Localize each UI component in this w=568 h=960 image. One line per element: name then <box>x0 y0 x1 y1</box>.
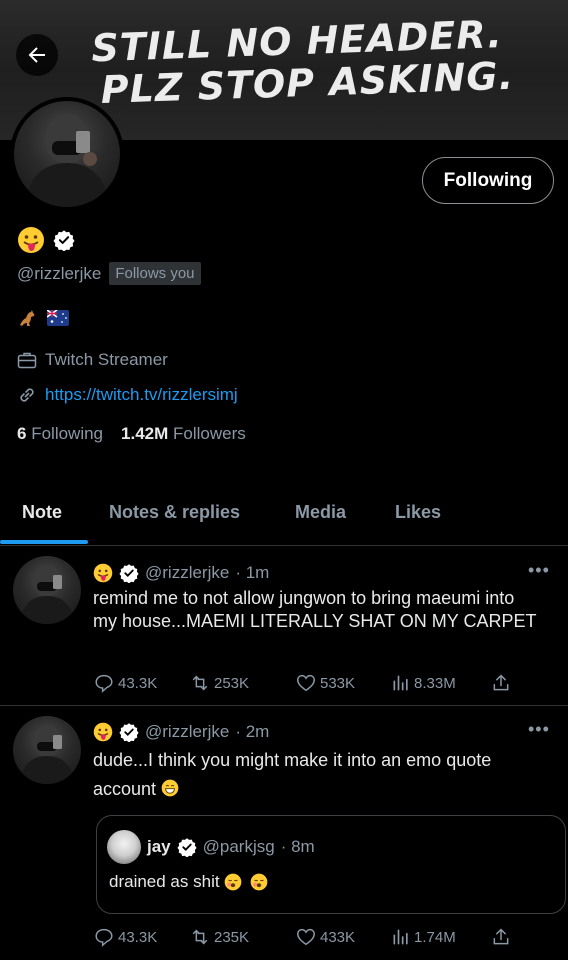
tongue-emoji-icon <box>93 563 113 583</box>
avatar-photo <box>19 725 75 784</box>
tweet-handle[interactable]: @rizzlerjke <box>145 722 229 742</box>
more-options-icon[interactable]: ••• <box>528 719 550 740</box>
tab-media[interactable]: Media <box>295 502 346 523</box>
share-button[interactable] <box>491 927 511 947</box>
tab-notes-replies[interactable]: Notes & replies <box>109 502 240 523</box>
share-button[interactable] <box>491 673 511 693</box>
profile-category: Twitch Streamer <box>17 350 168 370</box>
profile-tabs: Note Notes & replies Media Likes <box>0 490 568 546</box>
retweet-button[interactable]: 235K <box>189 926 295 948</box>
following-button[interactable]: Following <box>422 157 554 204</box>
reply-icon <box>95 674 113 693</box>
verified-badge-icon <box>53 230 75 251</box>
tweet-time: · 1m <box>235 563 270 582</box>
reply-button[interactable]: 43.3K <box>93 926 189 948</box>
views-button[interactable]: 1.74M <box>391 927 491 947</box>
active-tab-indicator <box>0 540 88 544</box>
retweet-icon <box>192 929 208 945</box>
like-button[interactable]: 533K <box>295 672 391 694</box>
back-arrow-icon <box>28 47 45 63</box>
heart-icon <box>297 674 315 692</box>
tweet-avatar[interactable] <box>13 556 81 624</box>
quoted-tweet-time: · 8m <box>280 837 315 856</box>
views-button[interactable]: 8.33M <box>391 673 491 693</box>
australia-flag-icon <box>47 310 69 326</box>
profile-work-label: Twitch Streamer <box>45 350 168 369</box>
tweet-time: · 2m <box>235 722 270 741</box>
following-count: 6 <box>17 424 27 443</box>
tweet-header: @rizzlerjke · 1m <box>93 563 269 583</box>
quoted-tweet-text: drained as shit <box>109 872 268 892</box>
verified-badge-icon <box>119 564 139 583</box>
share-icon <box>493 674 509 691</box>
following-count-link[interactable]: 6 Following <box>17 424 103 444</box>
tweet-text: remind me to not allow jungwon to bring … <box>93 588 537 631</box>
follows-you-badge: Follows you <box>109 262 201 285</box>
followers-label: Followers <box>173 424 246 443</box>
quoted-tweet-avatar <box>107 830 141 864</box>
avatar-photo <box>19 565 75 624</box>
heart-icon <box>297 928 315 946</box>
verified-badge-icon <box>177 838 197 857</box>
tweet-text: dude...I think you might make it into an… <box>93 746 543 804</box>
followers-count: 1.42M <box>121 424 169 443</box>
like-button[interactable]: 433K <box>295 926 391 948</box>
kangaroo-emoji-icon <box>20 310 35 326</box>
profile-website[interactable]: https://twitch.tv/rizzlersimj <box>17 385 238 405</box>
followers-count-link[interactable]: 1.42M Followers <box>121 424 246 444</box>
yawn-emoji-icon <box>224 873 241 891</box>
views-count: 8.33M <box>414 674 456 692</box>
views-chart-icon <box>393 929 408 945</box>
briefcase-icon <box>17 352 37 369</box>
quoted-tweet[interactable]: jay @parkjsg · 8m drained as shit <box>96 815 566 914</box>
tweet-actions: 43.3K 253K 533K 8.33M <box>93 672 513 694</box>
display-name <box>17 226 75 254</box>
follow-counts: 6 Following 1.42M Followers <box>17 424 246 444</box>
verified-badge-icon <box>119 723 139 742</box>
views-chart-icon <box>393 675 408 691</box>
profile-link[interactable]: https://twitch.tv/rizzlersimj <box>45 385 238 405</box>
tongue-emoji-icon <box>18 227 44 253</box>
profile-handle: @rizzlerjke <box>17 263 102 283</box>
following-label: Following <box>31 424 104 443</box>
retweet-count: 253K <box>214 674 250 692</box>
link-icon <box>20 388 34 402</box>
like-count: 533K <box>320 674 356 692</box>
tweet-header: @rizzlerjke · 2m <box>93 722 269 742</box>
quoted-tweet-body: drained as shit <box>109 872 220 891</box>
more-options-icon[interactable]: ••• <box>528 560 550 581</box>
tab-likes[interactable]: Likes <box>395 502 441 523</box>
views-count: 1.74M <box>414 928 456 946</box>
retweet-icon <box>192 675 208 691</box>
reply-icon <box>95 928 113 947</box>
tabs-divider <box>0 545 568 546</box>
retweet-count: 235K <box>214 928 250 946</box>
tweet-avatar[interactable] <box>13 716 81 784</box>
like-count: 433K <box>320 928 356 946</box>
handle-row: @rizzlerjke Follows you <box>17 262 201 285</box>
tongue-emoji-icon <box>93 722 113 742</box>
tweet-actions: 43.3K 235K 433K 1.74M <box>93 926 513 948</box>
quoted-tweet-handle: @parkjsg <box>202 837 275 856</box>
back-button[interactable] <box>16 34 58 76</box>
reply-count: 43.3K <box>118 674 158 692</box>
reply-button[interactable]: 43.3K <box>93 672 189 694</box>
tweet-text-body: dude...I think you might make it into an… <box>93 750 492 799</box>
quoted-tweet-header: jay @parkjsg · 8m <box>107 830 315 864</box>
tab-note[interactable]: Note <box>22 502 62 523</box>
quoted-tweet-name: jay <box>147 837 171 856</box>
tweet-handle[interactable]: @rizzlerjke <box>145 563 229 583</box>
share-icon <box>493 928 509 945</box>
tweet-divider <box>0 705 568 706</box>
banner-text: STILL NO HEADER. PLZ STOP ASKING. <box>91 12 515 112</box>
reply-count: 43.3K <box>118 928 158 946</box>
yawn-emoji-icon <box>250 873 267 891</box>
profile-avatar[interactable] <box>10 97 124 211</box>
retweet-button[interactable]: 253K <box>189 672 295 694</box>
avatar-photo <box>24 114 110 207</box>
grin-emoji-icon <box>161 779 179 797</box>
bio <box>17 309 69 327</box>
